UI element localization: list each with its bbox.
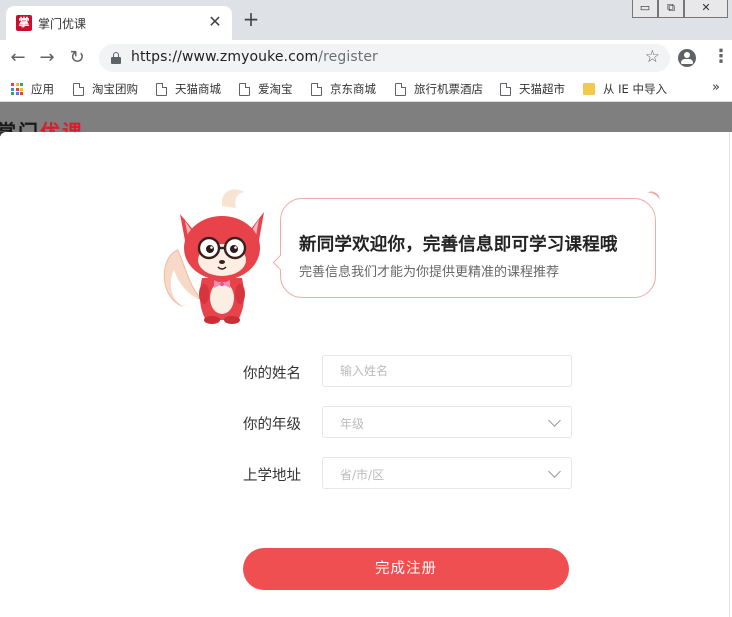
bookmark-item[interactable]: 京东商城 <box>311 81 376 97</box>
bookmark-label: 爱淘宝 <box>258 82 293 96</box>
address-label: 上学地址 <box>243 468 301 484</box>
grade-row: 你的年级 年级 <box>243 406 573 438</box>
address-select[interactable]: 省/市/区 <box>322 457 572 489</box>
grade-label: 你的年级 <box>243 417 301 433</box>
minimize-button[interactable]: ▭ <box>632 0 658 18</box>
bookmark-label: 天猫超市 <box>519 82 565 96</box>
address-bar[interactable]: https://www.zmyouke.com/register ☆ <box>99 44 670 72</box>
url-path: /register <box>318 49 378 65</box>
bookmark-label: 旅行机票酒店 <box>414 82 483 96</box>
bookmark-label: 应用 <box>31 82 54 96</box>
grade-select[interactable]: 年级 <box>322 406 572 438</box>
tab-close-icon[interactable]: ✕ <box>206 13 224 31</box>
reload-icon[interactable]: ↻ <box>66 47 88 69</box>
dialog-edge <box>729 132 730 617</box>
window-close-button[interactable]: ✕ <box>684 0 728 18</box>
bookmark-star-icon[interactable]: ☆ <box>645 47 660 67</box>
url-text[interactable]: https://www.zmyouke.com/register <box>131 49 378 65</box>
profile-avatar-icon[interactable] <box>678 49 696 67</box>
chevron-down-icon <box>548 414 561 427</box>
bookmark-apps[interactable]: 应用 <box>11 81 54 97</box>
bookmarks-bar: 应用 淘宝团购 天猫商城 爱淘宝 京东商城 旅行机票酒店 天猫超市 从 IE 中… <box>0 76 732 102</box>
page-icon <box>311 82 322 96</box>
bookmark-label: 淘宝团购 <box>92 82 138 96</box>
complete-registration-button[interactable]: 完成注册 <box>243 548 569 590</box>
bookmark-label: 天猫商城 <box>175 82 221 96</box>
bookmark-item[interactable]: 爱淘宝 <box>239 81 293 97</box>
page-header-overlay: 掌门优课 <box>0 102 732 142</box>
browser-tab-active[interactable]: 掌 掌门优课 ✕ <box>6 6 232 40</box>
tab-strip: 掌 掌门优课 ✕ + ▭ ⧉ ✕ <box>0 0 732 40</box>
page-viewport: 掌门优课 <box>0 102 732 617</box>
bookmark-label: 从 IE 中导入 <box>603 82 667 96</box>
page-icon <box>500 82 511 96</box>
name-field[interactable] <box>322 355 572 387</box>
page-icon <box>156 82 167 96</box>
restore-button[interactable]: ⧉ <box>658 0 684 18</box>
forward-arrow-icon[interactable]: → <box>36 47 58 69</box>
back-arrow-icon[interactable]: ← <box>7 47 29 69</box>
page-icon <box>73 82 84 96</box>
name-label: 你的姓名 <box>243 366 301 382</box>
bookmark-item[interactable]: 旅行机票酒店 <box>395 81 483 97</box>
url-base: https://www.zmyouke.com <box>131 49 319 65</box>
welcome-title: 新同学欢迎你，完善信息即可学习课程哦 <box>299 235 618 255</box>
bookmark-item[interactable]: 天猫超市 <box>500 81 565 97</box>
new-tab-button[interactable]: + <box>241 9 261 30</box>
address-row: 上学地址 省/市/区 <box>243 457 573 489</box>
page-icon <box>395 82 406 96</box>
browser-menu-icon[interactable]: ⋮ <box>712 47 730 67</box>
page-icon <box>239 82 250 96</box>
bookmark-folder[interactable]: 从 IE 中导入 <box>583 81 667 97</box>
window-controls: ▭ ⧉ ✕ <box>632 0 728 20</box>
welcome-speech-bubble: 新同学欢迎你，完善信息即可学习课程哦 完善信息我们才能为你提供更精准的课程推荐 <box>280 198 656 298</box>
bookmark-label: 京东商城 <box>330 82 376 96</box>
welcome-subtitle: 完善信息我们才能为你提供更精准的课程推荐 <box>299 265 560 280</box>
site-favicon-icon: 掌 <box>16 15 32 31</box>
tab-title: 掌门优课 <box>38 17 87 31</box>
fox-mascot-icon <box>163 189 264 324</box>
lock-icon[interactable] <box>111 52 121 64</box>
bookmark-item[interactable]: 天猫商城 <box>156 81 221 97</box>
chevron-down-icon <box>548 465 561 478</box>
bookmark-item[interactable]: 淘宝团购 <box>73 81 138 97</box>
browser-toolbar: ← → ↻ https://www.zmyouke.com/register ☆… <box>0 40 732 76</box>
folder-icon <box>583 83 595 95</box>
apps-icon <box>11 83 23 95</box>
bookmarks-overflow-icon[interactable]: » <box>712 80 720 95</box>
name-row: 你的姓名 <box>243 355 573 387</box>
grade-placeholder: 年级 <box>340 417 365 431</box>
name-input[interactable] <box>323 356 571 386</box>
address-placeholder: 省/市/区 <box>340 468 385 482</box>
